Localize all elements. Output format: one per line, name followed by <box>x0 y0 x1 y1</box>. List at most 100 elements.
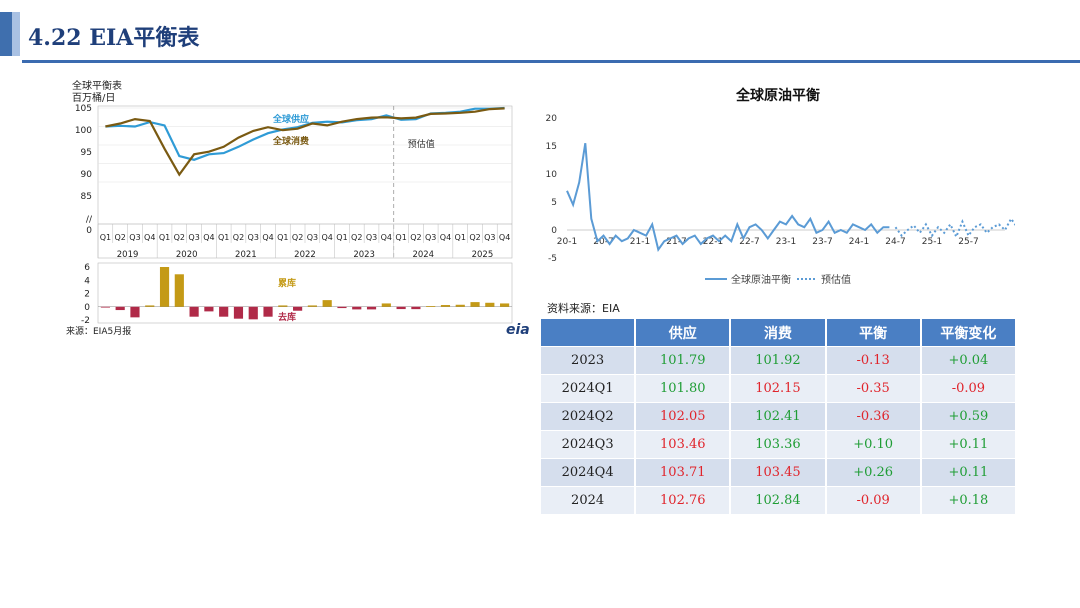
quarter-tick-label: Q3 <box>484 233 495 242</box>
y-tick-label: 100 <box>75 126 92 136</box>
supply-demand-plot: 105100959085//0预估值全球供应全球消费Q1 Q2 Q3 Q4 Q1 Q2 Q3… <box>75 104 513 260</box>
supply-cell: 103.46 <box>636 430 730 458</box>
stock-change-bar <box>263 306 273 317</box>
x-tick-label: 22-7 <box>739 237 759 247</box>
period-cell: 2024Q4 <box>541 458 635 486</box>
balance-cell: -0.09 <box>826 486 920 514</box>
stock-change-bar <box>426 306 436 307</box>
y-tick-label: 20 <box>546 114 558 124</box>
change-cell: +0.11 <box>921 430 1015 458</box>
quarter-tick-label: Q2 <box>114 233 125 242</box>
build-label: 累库 <box>278 277 296 289</box>
header-accent-bar <box>0 12 12 56</box>
demand-cell: 103.45 <box>731 458 825 486</box>
bar-y-tick-label: 0 <box>84 303 90 313</box>
table-header-cell: 消费 <box>731 319 825 346</box>
legend-actual-label: 全球原油平衡 <box>731 273 791 286</box>
period-cell: 2024Q2 <box>541 402 635 430</box>
year-tick-label: 2022 <box>294 250 316 260</box>
stock-change-bar <box>278 305 288 307</box>
quarter-tick-label: Q4 <box>203 233 214 242</box>
y-tick-label: 0 <box>86 226 92 236</box>
x-tick-label: 25-7 <box>958 237 978 247</box>
bar-y-tick-label: 2 <box>84 290 90 300</box>
quarter-tick-label: Q3 <box>307 233 318 242</box>
year-tick-label: 2019 <box>117 250 139 260</box>
change-cell: -0.09 <box>921 374 1015 402</box>
stock-change-bar <box>115 306 125 311</box>
table-header-cell: 供应 <box>636 319 730 346</box>
quarter-tick-label: Q2 <box>174 233 185 242</box>
quarter-tick-label: Q3 <box>248 233 259 242</box>
table-row: 2023 101.79 101.92 -0.13 +0.04 <box>541 346 1015 374</box>
quarter-tick-label: Q2 <box>292 233 303 242</box>
x-tick-label: 25-1 <box>922 237 942 247</box>
stock-change-bar <box>204 306 214 312</box>
quarter-tick-label: Q1 <box>277 233 288 242</box>
table-row: 2024Q4 103.71 103.45 +0.26 +0.11 <box>541 458 1015 486</box>
stock-change-bar <box>411 306 421 310</box>
period-cell: 2023 <box>541 346 635 374</box>
table-header-row: 供应 消费 平衡 平衡变化 <box>541 319 1015 346</box>
stock-change-bar <box>337 306 347 309</box>
x-tick-label: 24-7 <box>885 237 905 247</box>
x-tick-label: 23-1 <box>776 237 796 247</box>
stock-change-bar <box>307 305 317 307</box>
x-tick-label: 21-1 <box>630 237 650 247</box>
stock-change-bar <box>470 302 480 307</box>
bar-y-tick-label: 6 <box>84 263 90 273</box>
source-note: 资料来源：EIA <box>547 302 620 315</box>
stock-change-bar <box>189 306 199 317</box>
quarter-tick-label: Q3 <box>425 233 436 242</box>
quarter-tick-label: Q4 <box>321 233 332 242</box>
left-chart-source: 来源：EIA5月报 <box>66 325 131 337</box>
demand-cell: 101.92 <box>731 346 825 374</box>
bar-y-tick-label: 4 <box>84 276 90 286</box>
stock-change-bar <box>219 306 229 317</box>
stock-change-bar <box>366 306 377 310</box>
y-tick-label: 105 <box>75 104 92 114</box>
stock-change-bar <box>455 304 465 307</box>
quarter-tick-label: Q4 <box>262 233 273 242</box>
y-tick-label: 0 <box>551 226 557 236</box>
quarter-tick-label: Q2 <box>233 233 244 242</box>
y-tick-label: 85 <box>81 192 92 202</box>
period-cell: 2024 <box>541 486 635 514</box>
legend-forecast-label: 预估值 <box>821 273 851 286</box>
supply-cell: 102.05 <box>636 402 730 430</box>
stock-change-bar <box>440 305 451 307</box>
quarter-tick-label: Q2 <box>351 233 362 242</box>
year-tick-label: 2023 <box>353 250 375 260</box>
stock-change-bar <box>145 305 155 307</box>
quarter-tick-label: Q4 <box>499 233 510 242</box>
supply-line-label: 全球供应 <box>272 113 309 125</box>
forecast-line <box>894 216 1015 240</box>
forecast-label: 预估值 <box>408 138 435 150</box>
quarter-tick-label: Q4 <box>440 233 451 242</box>
supply-cell: 101.80 <box>636 374 730 402</box>
year-tick-label: 2020 <box>176 250 198 260</box>
left-chart-unit: 百万桶/日 <box>72 91 115 104</box>
y-tick-label: 95 <box>81 148 92 158</box>
right-chart-legend: 全球原油平衡 预估值 <box>705 273 851 286</box>
quarter-tick-label: Q2 <box>410 233 421 242</box>
stock-change-bar <box>233 306 244 319</box>
demand-cell: 102.15 <box>731 374 825 402</box>
y-tick-label: -5 <box>548 254 557 264</box>
table-row: 2024Q2 102.05 102.41 -0.36 +0.59 <box>541 402 1015 430</box>
stock-change-bar <box>248 306 258 320</box>
period-cell: 2024Q1 <box>541 374 635 402</box>
period-cell: 2024Q3 <box>541 430 635 458</box>
quarter-tick-label: Q1 <box>100 233 111 242</box>
year-tick-label: 2021 <box>235 250 257 260</box>
y-tick-label: 15 <box>546 142 557 152</box>
stock-change-bar <box>159 267 170 307</box>
stock-change-bar <box>352 306 362 310</box>
header-divider <box>22 60 1080 63</box>
quarter-tick-label: Q3 <box>188 233 199 242</box>
stock-change-bar <box>322 300 332 307</box>
change-cell: +0.04 <box>921 346 1015 374</box>
crude-balance-line <box>566 143 890 252</box>
quarter-tick-label: Q1 <box>455 233 466 242</box>
page-title: 4.22 EIA平衡表 <box>28 25 200 51</box>
